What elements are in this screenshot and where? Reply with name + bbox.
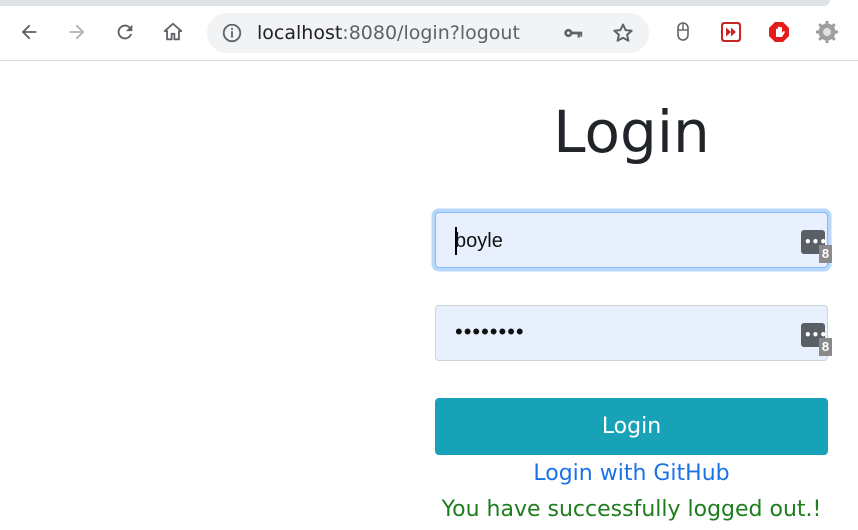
stop-extension-icon [769,22,789,42]
address-bar[interactable]: localhost:8080/login?logout [207,13,649,53]
password-value: •••••••• [455,319,525,344]
settings-extension-button[interactable] [815,20,839,44]
github-login-link[interactable]: Login with GitHub [435,459,828,489]
mouse-extension-button[interactable] [671,20,695,44]
password-manager-badge: 8 [819,245,832,263]
star-icon[interactable] [611,21,635,45]
home-button[interactable] [158,17,188,47]
url-host: localhost [257,22,343,44]
forward-icon [69,24,85,40]
page-title: Login [553,98,710,166]
video-extension-button[interactable] [719,20,743,44]
tab-strip [0,0,830,6]
url-path: :8080/login?logout [342,22,520,44]
browser-toolbar: localhost:8080/login?logout [0,0,858,61]
mouse-extension-icon [677,22,689,41]
home-icon [163,22,183,41]
settings-extension-icon [816,21,838,43]
back-icon [21,24,37,40]
video-extension-icon [721,22,741,42]
back-button[interactable] [14,17,44,47]
stop-extension-button[interactable] [767,20,791,44]
password-input[interactable]: •••••••• ••• 8 [435,305,832,361]
reload-icon [117,24,133,40]
reload-button[interactable] [110,17,140,47]
username-value: boyle [455,230,503,252]
url-text[interactable]: localhost:8080/login?logout [257,21,520,45]
info-icon[interactable] [221,22,243,44]
username-input[interactable]: boyle ••• 8 [435,212,832,268]
password-manager-badge: 8 [819,338,832,356]
logout-success-message: You have successfully logged out.! [441,497,822,522]
forward-button[interactable] [62,17,92,47]
key-icon[interactable] [561,22,585,44]
login-button[interactable]: Login [435,398,828,455]
